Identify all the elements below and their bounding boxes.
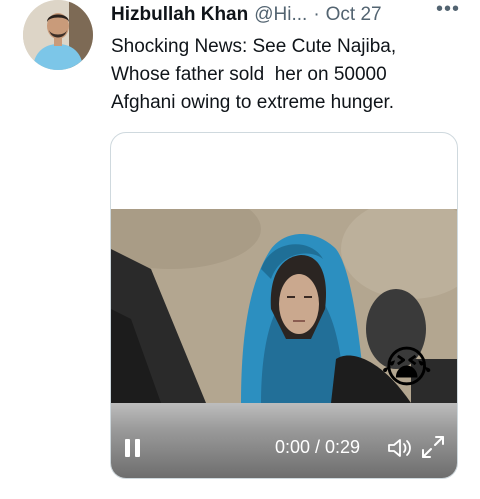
tweet[interactable]: Hizbullah Khan @Hi... · Oct 27 ••• Shock… [0,0,480,499]
fullscreen-button[interactable] [419,433,447,461]
author-handle[interactable]: @Hi... [254,4,307,26]
crying-emoji: 😭 [381,343,433,392]
author-name[interactable]: Hizbullah Khan [111,4,248,26]
pause-icon [125,439,130,457]
fullscreen-icon [422,436,444,458]
tweet-date[interactable]: Oct 27 [326,4,382,26]
video-card[interactable]: 😭 0:00 / 0:29 [110,132,458,479]
video-frame[interactable]: 😭 [111,209,457,403]
avatar-photo [23,0,93,70]
more-horizontal-icon: ••• [435,0,460,20]
author-avatar[interactable] [23,0,93,70]
time-display: 0:00 / 0:29 [275,437,361,457]
more-options-button[interactable]: ••• [436,0,460,21]
video-controls: 0:00 / 0:29 [111,403,457,478]
pause-button[interactable] [125,439,143,459]
pause-icon-bar [135,439,140,457]
tweet-header: Hizbullah Khan @Hi... · Oct 27 ••• [111,0,460,28]
volume-icon [388,439,411,457]
header-separator: · [313,4,320,25]
volume-button[interactable] [387,437,413,459]
tweet-text: Shocking News: See Cute Najiba, Whose fa… [111,36,397,113]
